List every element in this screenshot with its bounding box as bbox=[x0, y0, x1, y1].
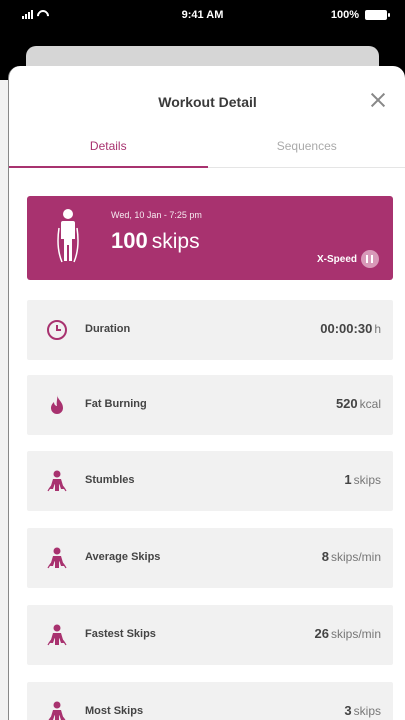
skipper-figure-icon bbox=[57, 209, 79, 263]
tab-sequences[interactable]: Sequences bbox=[207, 128, 405, 168]
jumper-icon bbox=[48, 701, 66, 720]
tab-details[interactable]: Details bbox=[9, 128, 208, 168]
workout-date: Wed, 10 Jan - 7:25 pm bbox=[111, 210, 202, 220]
stat-label: Fat Burning bbox=[85, 398, 147, 410]
stat-row-most-skips: Most Skips 3 skips bbox=[27, 682, 393, 720]
stat-label: Most Skips bbox=[85, 705, 144, 717]
stat-row-fat-burning: Fat Burning 520 kcal bbox=[27, 375, 393, 435]
stat-value: 00:00:30 h bbox=[320, 321, 381, 336]
stat-value: 520 kcal bbox=[335, 396, 381, 411]
stat-label: Duration bbox=[85, 323, 131, 335]
mode-label: X-Speed bbox=[316, 253, 357, 265]
stat-value: 3 skips bbox=[344, 703, 381, 718]
total-skips: 100 skips bbox=[111, 228, 200, 254]
stat-label: Fastest Skips bbox=[85, 628, 156, 640]
stat-label: Average Skips bbox=[85, 551, 161, 563]
workout-summary-card: Wed, 10 Jan - 7:25 pm 100 skips X-Speed bbox=[27, 196, 393, 280]
battery-status: 100% bbox=[330, 9, 390, 21]
stat-value: 1 skips bbox=[344, 472, 381, 487]
stat-label: Stumbles bbox=[85, 474, 135, 486]
page-title: Workout Detail bbox=[158, 94, 257, 110]
battery-icon bbox=[365, 10, 390, 20]
pause-icon[interactable] bbox=[361, 250, 379, 268]
tab-bar: Details Sequences bbox=[9, 128, 405, 168]
battery-percent: 100% bbox=[330, 9, 359, 21]
mode-badge[interactable]: X-Speed bbox=[317, 250, 379, 268]
stat-row-average-skips: Average Skips 8 skips/min bbox=[27, 528, 393, 588]
clock-icon bbox=[47, 320, 67, 340]
total-skips-value: 100 bbox=[111, 228, 148, 253]
status-bar: 9:41 AM 100% bbox=[0, 0, 405, 32]
jumper-icon bbox=[47, 547, 67, 569]
stat-row-stumbles: Stumbles 1 skips bbox=[27, 451, 393, 511]
total-skips-unit: skips bbox=[151, 230, 200, 253]
workout-detail-sheet: Workout Detail Details Sequences Wed, 10… bbox=[8, 66, 405, 720]
jumper-icon bbox=[47, 470, 67, 492]
close-icon[interactable] bbox=[369, 91, 387, 109]
stat-row-fastest-skips: Fastest Skips 26 skips/min bbox=[27, 605, 393, 665]
stat-value: 26 skips/min bbox=[314, 626, 381, 641]
flame-icon bbox=[51, 395, 63, 414]
stat-value: 8 skips/min bbox=[321, 549, 381, 564]
jumper-icon bbox=[47, 624, 67, 646]
stat-row-duration: Duration 00:00:30 h bbox=[27, 300, 393, 360]
